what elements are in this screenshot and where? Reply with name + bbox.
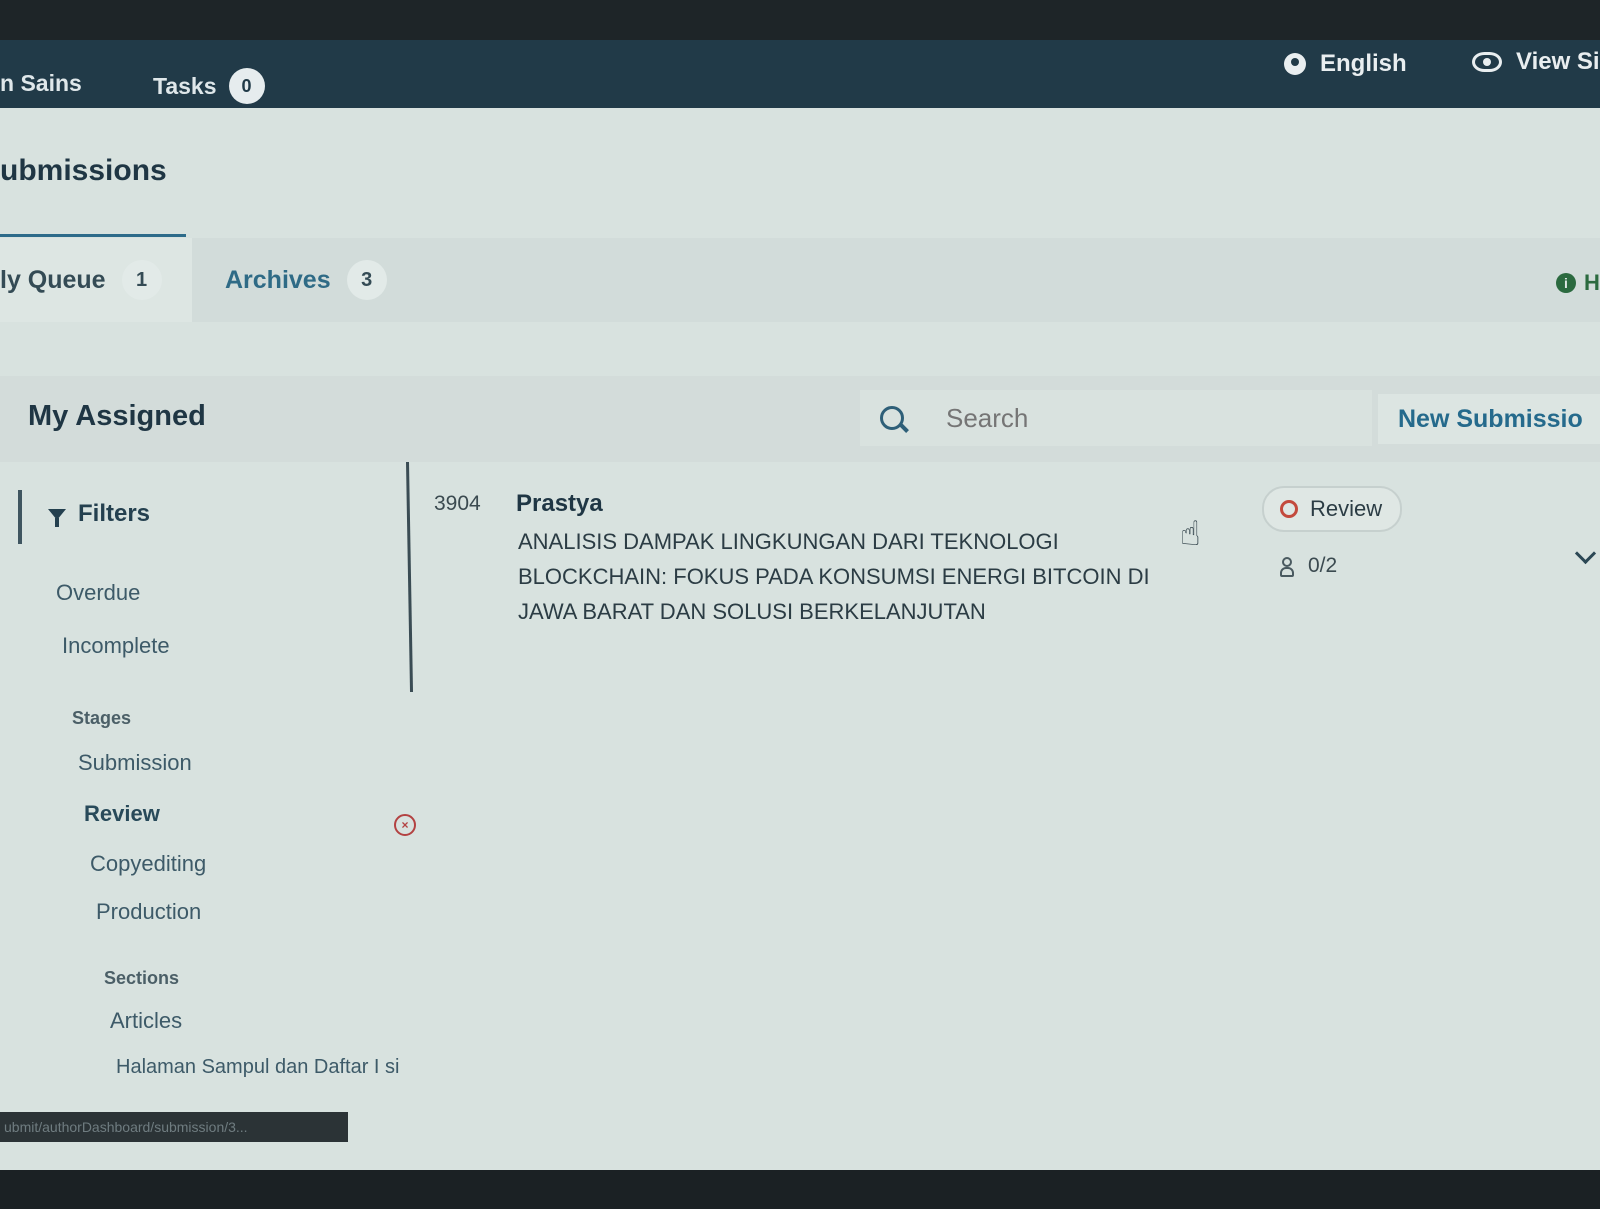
list-header: My Assigned New Submissio <box>0 376 1600 462</box>
search-box <box>860 390 1372 446</box>
stage-label: Review <box>1310 496 1383 521</box>
tasks-count-badge: 0 <box>228 68 265 104</box>
info-icon: i <box>1556 273 1576 293</box>
column-divider <box>406 461 414 692</box>
hand-cursor-icon: ☝ <box>1180 515 1201 553</box>
language-menu[interactable]: English <box>1284 50 1407 78</box>
tasks-label: Tasks <box>153 72 217 99</box>
filters-accent-bar <box>18 490 22 544</box>
new-submission-button[interactable]: New Submissio <box>1378 394 1600 444</box>
tab-bar: ly Queue 1 Archives 3 <box>0 238 1600 322</box>
filter-stage-submission[interactable]: Submission <box>78 750 192 776</box>
stages-heading: Stages <box>72 708 132 728</box>
review-assignments: 0/2 <box>1280 554 1337 578</box>
filter-stage-review[interactable]: Review <box>84 801 160 827</box>
list-title: My Assigned <box>28 400 206 432</box>
view-site-link[interactable]: View Si <box>1472 48 1600 76</box>
view-site-label: View Si <box>1516 48 1600 75</box>
clear-filter-icon[interactable]: × <box>394 814 416 836</box>
filter-incomplete[interactable]: Incomplete <box>62 633 170 659</box>
globe-icon <box>1284 53 1306 75</box>
language-label: English <box>1320 50 1407 77</box>
title-underline <box>0 234 186 237</box>
tab-archives-count: 3 <box>346 260 387 300</box>
submission-title[interactable]: ANALISIS DAMPAK LINGKUNGAN DARI TEKNOLOG… <box>518 524 1198 629</box>
filter-overdue[interactable]: Overdue <box>56 580 140 606</box>
filter-stage-copyediting[interactable]: Copyediting <box>90 851 206 877</box>
eye-icon <box>1472 52 1502 72</box>
app-header: n Sains Tasks 0 English View Si <box>0 40 1600 108</box>
browser-status-url: ubmit/authorDashboard/submission/3... <box>0 1112 348 1142</box>
review-count: 0/2 <box>1308 554 1338 577</box>
submission-id: 3904 <box>434 492 481 515</box>
tab-my-queue-count: 1 <box>121 260 162 300</box>
tasks-button[interactable]: Tasks 0 <box>153 68 265 104</box>
browser-viewport: n Sains Tasks 0 English View Si ubmissio… <box>0 40 1600 1170</box>
user-icon <box>1280 557 1294 577</box>
chevron-down-icon[interactable] <box>1574 542 1597 565</box>
context-name-link[interactable]: n Sains <box>0 70 82 97</box>
submission-author: Prastya <box>516 490 603 517</box>
filter-section-articles[interactable]: Articles <box>110 1008 182 1034</box>
tab-archives-label: Archives <box>225 265 331 294</box>
filter-icon <box>48 508 66 527</box>
search-input[interactable] <box>944 401 1328 435</box>
filters-heading: Filters <box>78 500 151 527</box>
help-link[interactable]: i H <box>1556 270 1600 296</box>
tab-archives[interactable]: Archives 3 <box>225 238 387 322</box>
search-icon <box>880 406 904 430</box>
tab-my-queue-label: ly Queue <box>0 265 106 294</box>
help-label: H <box>1584 270 1600 295</box>
page-title: ubmissions <box>0 154 167 187</box>
filter-section-cover[interactable]: Halaman Sampul dan Daftar I si <box>116 1056 416 1078</box>
stage-status-icon <box>1280 500 1298 518</box>
filters-toggle[interactable]: Filters <box>48 500 150 528</box>
filter-stage-production[interactable]: Production <box>96 899 201 925</box>
tab-my-queue[interactable]: ly Queue 1 <box>0 238 192 322</box>
sections-heading: Sections <box>104 968 180 988</box>
stage-badge[interactable]: Review <box>1262 486 1402 532</box>
